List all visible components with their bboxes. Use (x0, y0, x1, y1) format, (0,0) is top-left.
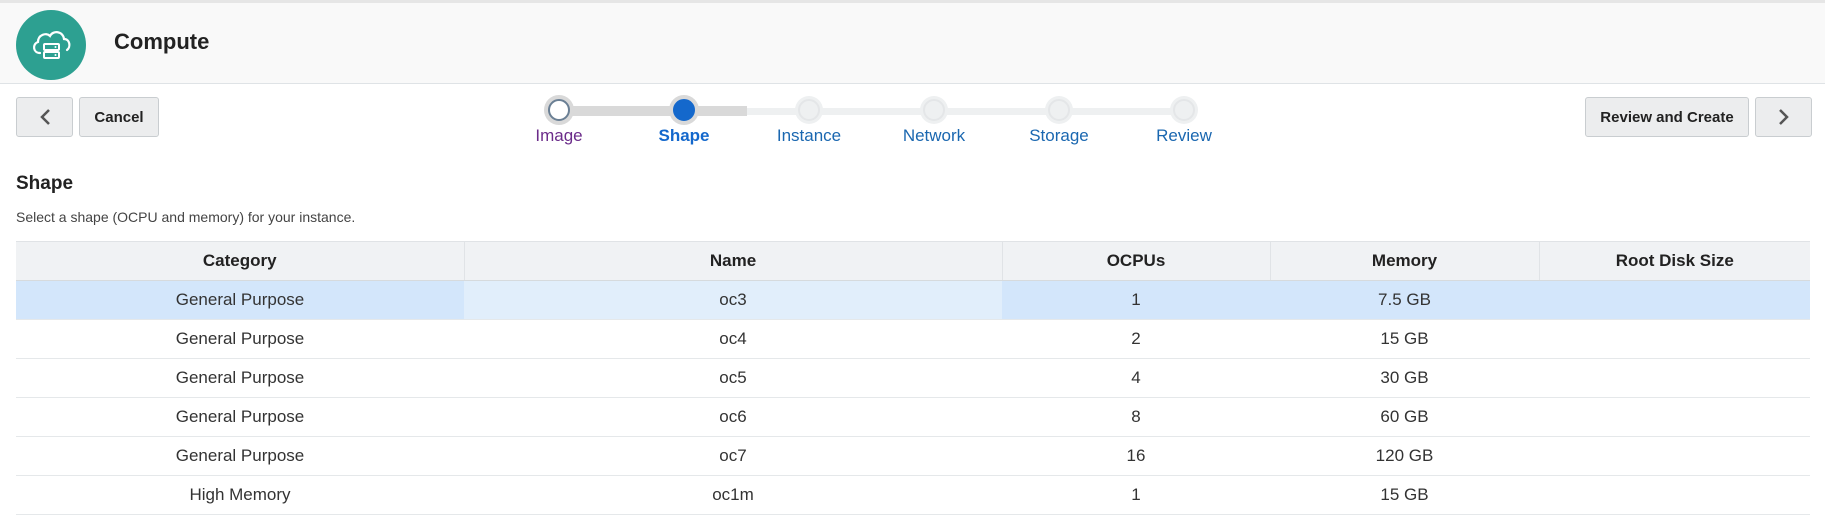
column-header-category[interactable]: Category (16, 241, 464, 281)
step-network-label[interactable]: Network (864, 126, 1004, 146)
cell-memory: 60 GB (1270, 397, 1539, 437)
cloud-server-icon (16, 10, 86, 80)
cell-category: High Memory (16, 475, 464, 515)
cell-root-disk-size (1539, 319, 1810, 359)
app-title: Compute (114, 29, 210, 54)
cell-root-disk-size (1539, 280, 1810, 320)
cell-root-disk-size (1539, 475, 1810, 515)
cell-category: General Purpose (16, 319, 464, 359)
section-description: Select a shape (OCPU and memory) for you… (16, 209, 356, 225)
column-header-name[interactable]: Name (463, 241, 1002, 281)
step-storage-label[interactable]: Storage (989, 126, 1129, 146)
cell-name: oc6 (464, 397, 1002, 437)
next-button[interactable] (1755, 97, 1812, 137)
table-row[interactable]: General Purpose oc5 4 30 GB (16, 358, 1810, 398)
cell-root-disk-size (1539, 358, 1810, 398)
cell-category: General Purpose (16, 397, 464, 437)
step-image-stop[interactable] (548, 99, 570, 121)
cell-ocpus: 4 (1002, 358, 1270, 398)
train-progress-track (559, 106, 747, 116)
cell-root-disk-size (1539, 436, 1810, 476)
cell-ocpus: 2 (1002, 319, 1270, 359)
cell-name: oc7 (464, 436, 1002, 476)
cancel-button[interactable]: Cancel (79, 97, 159, 137)
cell-ocpus: 8 (1002, 397, 1270, 437)
cell-ocpus: 1 (1002, 280, 1270, 320)
table-row[interactable]: High Memory oc1m 1 15 GB (16, 475, 1810, 515)
chevron-right-icon (1778, 109, 1789, 125)
table-row[interactable]: General Purpose oc7 16 120 GB (16, 436, 1810, 476)
chevron-left-icon (39, 109, 50, 125)
cell-category: General Purpose (16, 358, 464, 398)
cell-name: oc5 (464, 358, 1002, 398)
cell-ocpus: 1 (1002, 475, 1270, 515)
step-storage-stop[interactable] (1048, 99, 1070, 121)
cell-memory: 15 GB (1270, 475, 1539, 515)
step-review-label[interactable]: Review (1114, 126, 1254, 146)
cell-name: oc3 (464, 280, 1002, 320)
step-shape-stop[interactable] (673, 99, 695, 121)
table-row[interactable]: General Purpose oc4 2 15 GB (16, 319, 1810, 359)
table-header-row: Category Name OCPUs Memory Root Disk Siz… (16, 241, 1810, 281)
cell-name: oc1m (464, 475, 1002, 515)
table-row[interactable]: General Purpose oc6 8 60 GB (16, 397, 1810, 437)
step-instance-stop[interactable] (798, 99, 820, 121)
cell-root-disk-size (1539, 397, 1810, 437)
column-header-ocpus[interactable]: OCPUs (1001, 241, 1270, 281)
cell-category: General Purpose (16, 436, 464, 476)
cell-memory: 7.5 GB (1270, 280, 1539, 320)
section-title: Shape (16, 173, 74, 194)
cell-memory: 15 GB (1270, 319, 1539, 359)
step-instance-label[interactable]: Instance (739, 126, 879, 146)
cell-memory: 120 GB (1270, 436, 1539, 476)
step-image-label[interactable]: Image (489, 126, 629, 146)
app-header: Compute (0, 0, 1825, 84)
table-row[interactable]: General Purpose oc3 1 7.5 GB (16, 280, 1810, 320)
column-header-root-disk-size[interactable]: Root Disk Size (1538, 241, 1810, 281)
cell-memory: 30 GB (1270, 358, 1539, 398)
cell-name: oc4 (464, 319, 1002, 359)
step-network-stop[interactable] (923, 99, 945, 121)
shapes-table: Category Name OCPUs Memory Root Disk Siz… (16, 241, 1810, 515)
cell-category: General Purpose (16, 280, 464, 320)
review-and-create-button[interactable]: Review and Create (1585, 97, 1749, 137)
step-review-stop[interactable] (1173, 99, 1195, 121)
column-header-memory[interactable]: Memory (1269, 241, 1539, 281)
step-shape-label[interactable]: Shape (614, 126, 754, 146)
cell-ocpus: 16 (1002, 436, 1270, 476)
back-button[interactable] (16, 97, 73, 137)
